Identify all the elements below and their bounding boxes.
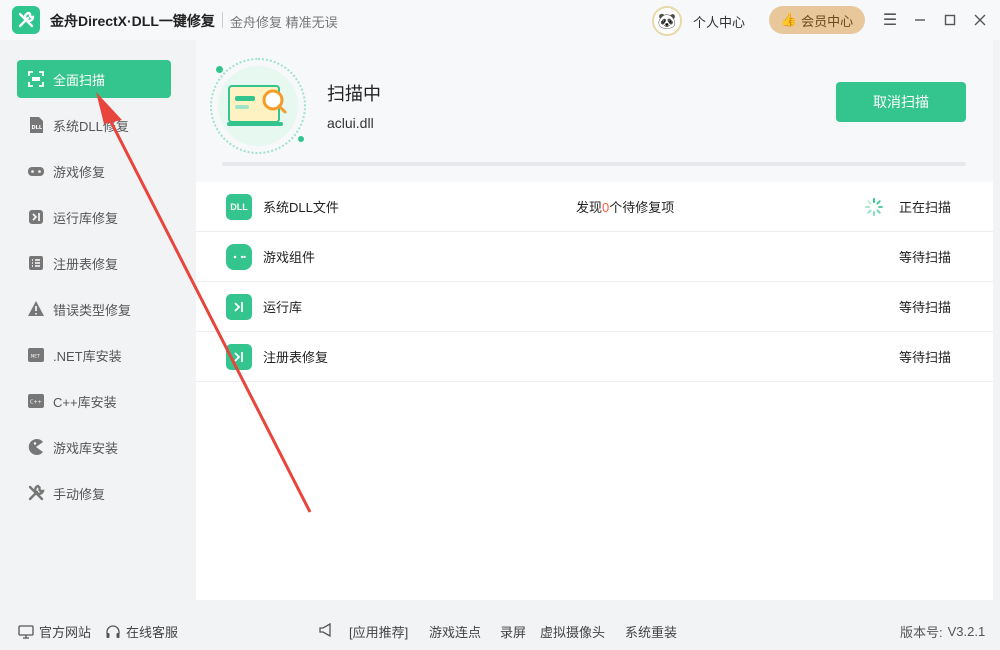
wrench-icon [27,484,45,502]
loading-spinner-icon [865,198,883,216]
gamepad-icon [226,244,252,270]
dll-icon: DLL [27,116,45,134]
current-scan-file: aclui.dll [327,115,374,131]
sidebar-item-label: 游戏库安装 [53,440,119,456]
sidebar-item-label: C++库安装 [53,394,117,410]
version-info: 版本号: V3.2.1 [900,622,985,641]
item-name: 注册表修复 [263,350,329,365]
svg-text:DLL: DLL [32,125,43,131]
footer-link-auto-clicker[interactable]: 游戏连点 [429,622,481,641]
monitor-icon [18,624,34,639]
sidebar-item-label: 全面扫描 [53,72,106,88]
sidebar-item-game-repair[interactable]: 游戏修复 [17,152,171,190]
decor-dot [298,136,304,142]
cpp-icon: C++ [27,392,45,410]
footer-bar: 官方网站 在线客服 [应用推荐] 游戏连点 录屏 虚拟摄像头 系统重装 版本号:… [0,610,1000,650]
list-item: DLL 系统DLL文件 发现0个待修复项 正在扫描 [196,182,993,232]
headset-icon [106,624,120,638]
minimize-icon[interactable] [910,10,930,30]
dll-icon: DLL [226,194,252,220]
title-divider [222,12,223,28]
cancel-scan-button[interactable]: 取消扫描 [836,82,966,122]
sidebar-item-label: 注册表修复 [53,256,119,272]
app-title: 金舟DirectX·DLL一键修复 [50,13,215,29]
sidebar-item-cpp-install[interactable]: C++ C++库安装 [17,382,171,420]
list-item: 注册表修复 等待扫描 [196,332,993,382]
footer-link-virtual-camera[interactable]: 虚拟摄像头 [540,622,605,641]
sidebar-item-runtime-repair[interactable]: 运行库修复 [17,198,171,236]
app-recommend-label: [应用推荐] [349,625,409,640]
vip-center-button[interactable]: 👍 会员中心 [769,6,865,34]
sidebar-item-system-dll[interactable]: DLL 系统DLL修复 [17,106,171,144]
app-slogan: 金舟修复 精准无误 [230,15,338,30]
official-website-label: 官方网站 [39,625,92,640]
dotnet-icon: .NET [27,346,45,364]
sidebar-item-game-lib-install[interactable]: 游戏库安装 [17,428,171,466]
registry-icon [27,254,45,272]
scan-status: 扫描中 [327,84,381,104]
version-number: V3.2.1 [947,624,986,639]
item-status: 正在扫描 [898,200,951,215]
found-count-text: 发现0个待修复项 [576,200,675,215]
vip-center-label: 会员中心 [801,13,854,29]
item-name: 运行库 [263,300,303,315]
scan-items-list: DLL 系统DLL文件 发现0个待修复项 正在扫描 游戏组件 等待扫描 运行库 … [196,182,993,382]
item-status: 等待扫描 [898,300,951,315]
version-label: 版本号: [900,625,943,640]
document-magnifier-icon [227,85,287,126]
sidebar-item-dotnet-install[interactable]: .NET .NET库安装 [17,336,171,374]
item-status: 等待扫描 [898,350,951,365]
online-support-label: 在线客服 [126,625,179,640]
thumbs-up-icon: 👍 [780,12,798,27]
main-panel: 扫描中 aclui.dll 取消扫描 DLL 系统DLL文件 发现0个待修复项 [196,40,993,600]
registry-icon [226,344,252,370]
scan-header: 扫描中 aclui.dll 取消扫描 [196,40,993,182]
item-name: 游戏组件 [263,250,316,265]
svg-text:C++: C++ [30,400,42,406]
title-bar: 金舟DirectX·DLL一键修复 金舟修复 精准无误 🐼 个人中心 👍 会员中… [0,0,1000,40]
footer-link-system-reinstall[interactable]: 系统重装 [625,622,677,641]
item-name: 系统DLL文件 [263,200,339,215]
runtime-icon [27,208,45,226]
online-support-link[interactable]: 在线客服 [105,622,178,641]
sidebar-item-label: 手动修复 [53,486,106,502]
item-status: 等待扫描 [898,250,951,265]
maximize-icon[interactable] [940,10,960,30]
sidebar-item-label: 运行库修复 [53,210,119,226]
user-center-link[interactable]: 个人中心 [693,12,745,31]
warning-icon [27,300,45,318]
sidebar: 全面扫描 DLL 系统DLL修复 游戏修复 运行库修复 注册表修复 错误类型修复… [0,40,188,610]
list-item: 游戏组件 等待扫描 [196,232,993,282]
close-icon[interactable] [970,10,990,30]
menu-icon[interactable]: ☰ [880,10,900,30]
sidebar-item-registry-repair[interactable]: 注册表修复 [17,244,171,282]
sidebar-item-full-scan[interactable]: 全面扫描 [17,60,171,98]
list-item: 运行库 等待扫描 [196,282,993,332]
decor-dot [216,66,223,73]
scan-illustration [210,58,306,154]
runtime-icon [226,294,252,320]
scan-icon [27,70,45,88]
sidebar-item-label: .NET库安装 [53,348,122,364]
sidebar-item-label: 系统DLL修复 [53,118,129,134]
sidebar-item-label: 游戏修复 [53,164,106,180]
sidebar-item-error-type-repair[interactable]: 错误类型修复 [17,290,171,328]
sidebar-item-manual-repair[interactable]: 手动修复 [17,474,171,512]
pacman-icon [27,438,45,456]
footer-link-screen-record[interactable]: 录屏 [500,622,526,641]
avatar[interactable]: 🐼 [652,6,682,36]
app-logo-icon [12,6,40,34]
svg-text:.NET: .NET [30,354,41,360]
megaphone-icon [318,622,334,638]
scan-progress-bar [222,162,966,166]
official-website-link[interactable]: 官方网站 [18,622,91,641]
gamepad-icon [27,162,45,180]
sidebar-item-label: 错误类型修复 [53,302,132,318]
